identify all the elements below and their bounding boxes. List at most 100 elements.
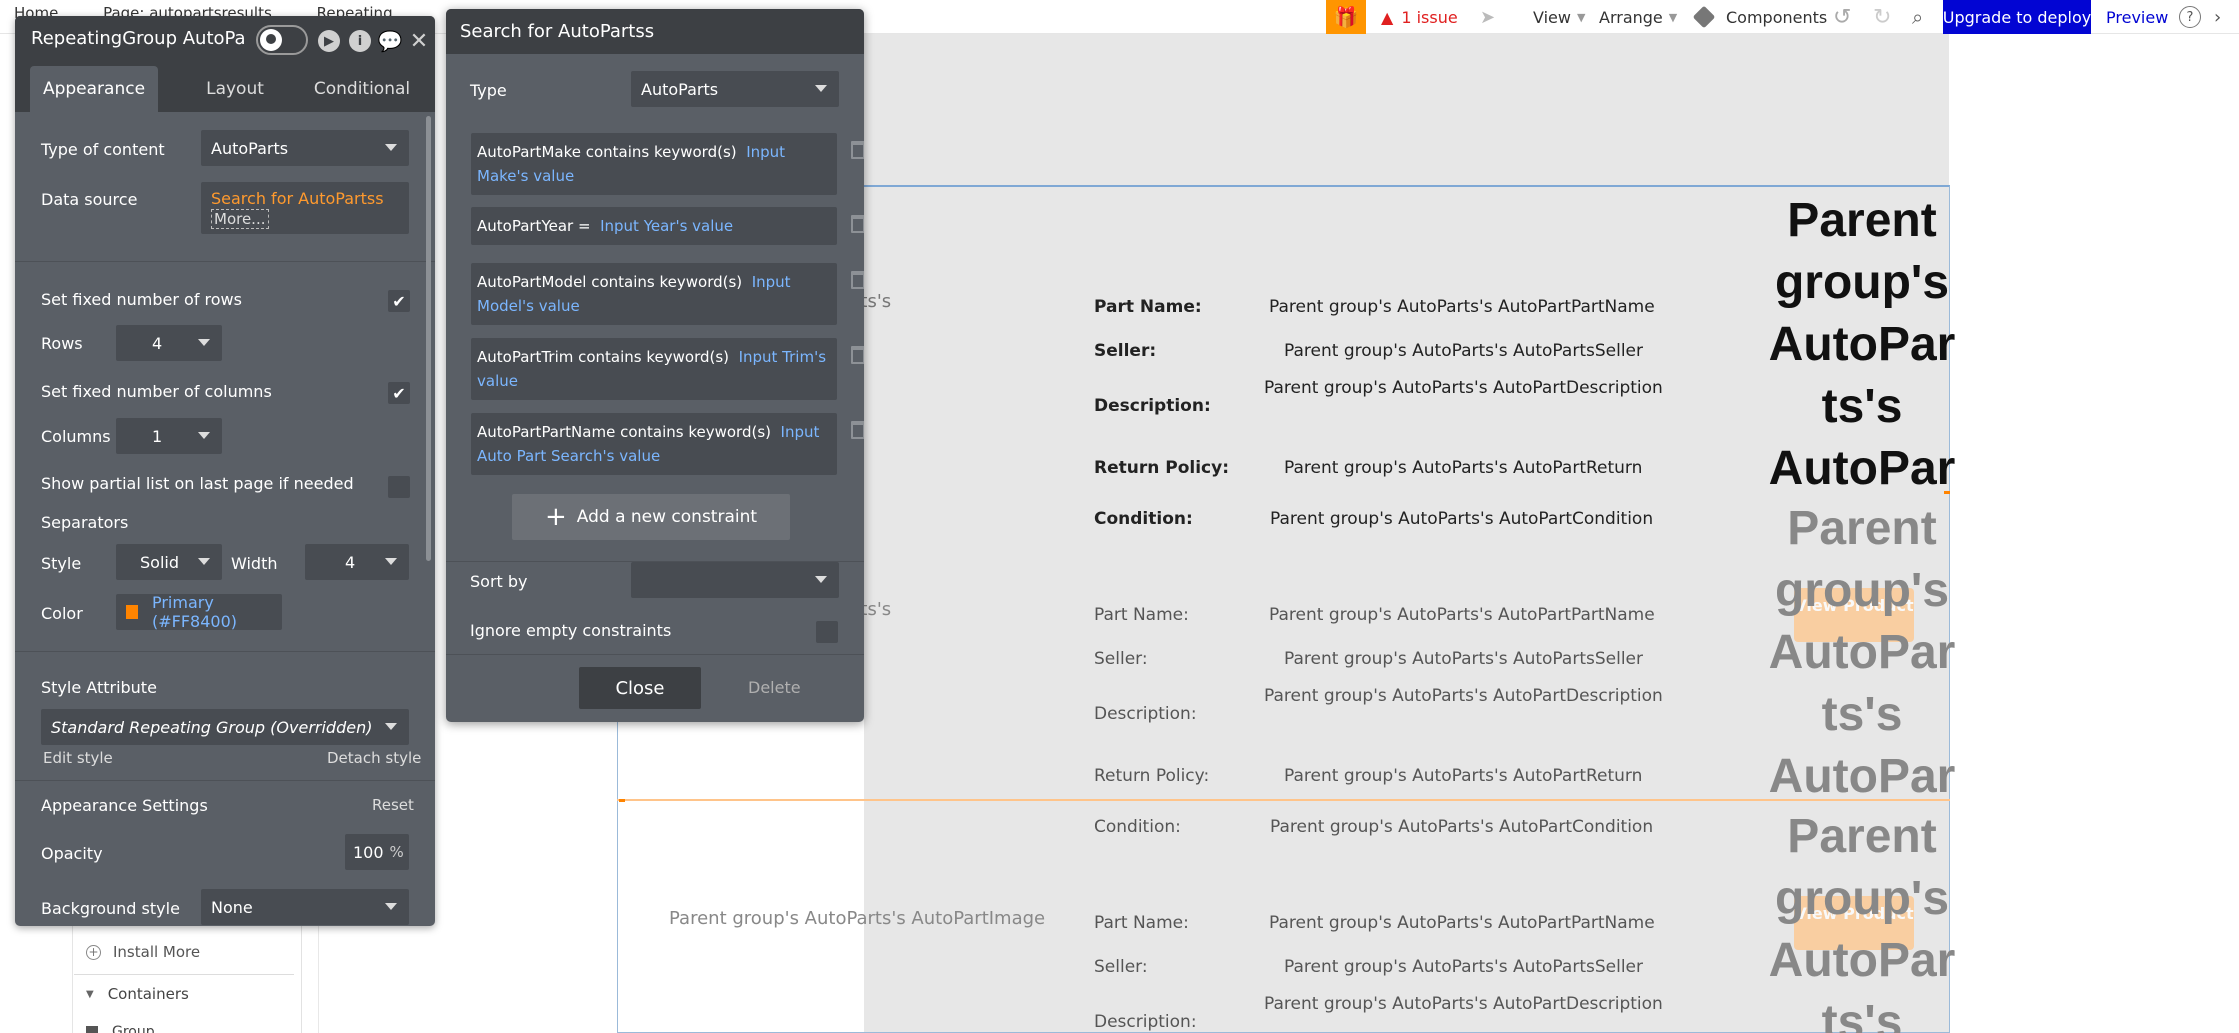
- fixed-rows-checkbox[interactable]: ✔: [388, 290, 410, 312]
- triangle-down-icon: ▼: [86, 988, 94, 1000]
- divider: [15, 780, 435, 781]
- appearance-settings-label: Appearance Settings: [41, 796, 208, 815]
- sort-by-select[interactable]: [631, 562, 839, 598]
- fixed-rows-label: Set fixed number of rows: [41, 290, 242, 309]
- chevron-down-icon: [815, 85, 827, 92]
- cursor-icon[interactable]: ➤: [1480, 0, 1495, 34]
- separator-color-value: Primary (#FF8400): [151, 593, 237, 631]
- constraint-field: AutoPartPartName contains keyword(s): [477, 423, 771, 441]
- add-constraint-button[interactable]: + Add a new constraint: [512, 494, 790, 540]
- search-type-select[interactable]: AutoParts: [631, 71, 839, 107]
- panel-header[interactable]: RepeatingGroup AutoPa ▶ i 💬 ✕: [15, 16, 435, 66]
- redo-icon[interactable]: ↻: [1873, 0, 1891, 34]
- tab-appearance[interactable]: Appearance: [30, 66, 158, 112]
- rows-select[interactable]: 4: [116, 325, 222, 361]
- preview-link[interactable]: Preview: [2106, 0, 2168, 34]
- search-constraint[interactable]: AutoPartMake contains keyword(s) Input M…: [471, 133, 864, 195]
- rows-value: 4: [152, 333, 163, 353]
- reset-link[interactable]: Reset: [372, 796, 414, 814]
- edit-style-link[interactable]: Edit style: [43, 749, 113, 767]
- separator-style-select[interactable]: Solid: [116, 544, 222, 580]
- background-style-label: Background style: [41, 899, 180, 918]
- undo-icon[interactable]: ↺: [1833, 0, 1851, 34]
- popup-header[interactable]: Search for AutoPartss: [446, 9, 864, 54]
- info-icon[interactable]: i: [349, 30, 371, 52]
- trash-icon[interactable]: [851, 421, 864, 439]
- return-policy-value: Parent group's AutoParts's AutoPartRetur…: [1284, 766, 1643, 786]
- close-button[interactable]: Close: [579, 667, 701, 709]
- close-icon[interactable]: ✕: [408, 29, 430, 54]
- search-constraint[interactable]: AutoPartYear = Input Year's value: [471, 207, 864, 245]
- tab-conditional[interactable]: Conditional: [300, 66, 424, 112]
- containers-category[interactable]: ▼ Containers: [86, 985, 189, 1003]
- data-source-value[interactable]: Search for AutoPartss: [211, 189, 384, 208]
- help-icon[interactable]: ?: [2179, 6, 2201, 28]
- components-button[interactable]: Components: [1692, 0, 1827, 34]
- separator-width-select[interactable]: 4: [305, 544, 409, 580]
- auto-part-heading: Parent group's AutoPar ts's AutoPar: [1762, 498, 1962, 808]
- opacity-input[interactable]: 100 %: [345, 834, 409, 870]
- upgrade-to-deploy-button[interactable]: Upgrade to deploy: [1943, 0, 2091, 34]
- constraint-field: AutoPartTrim contains keyword(s): [477, 348, 730, 366]
- type-of-content-label: Type of content: [41, 140, 165, 159]
- search-icon[interactable]: ⌕: [1912, 0, 1923, 34]
- group-element-item[interactable]: Group: [86, 1024, 155, 1033]
- row-separator: [617, 799, 1950, 801]
- cube-icon: [1692, 5, 1716, 29]
- panel-scrollbar[interactable]: [426, 116, 431, 561]
- type-of-content-select[interactable]: AutoParts: [201, 130, 409, 166]
- heading-line: Parent: [1787, 810, 1937, 863]
- constraint-field: AutoPartMake contains keyword(s): [477, 143, 737, 161]
- arrange-menu[interactable]: Arrange ▼: [1599, 0, 1677, 34]
- selection-handle[interactable]: [619, 799, 625, 802]
- separator-color-picker[interactable]: Primary (#FF8400): [116, 593, 282, 631]
- detach-style-link[interactable]: Detach style: [327, 749, 421, 767]
- view-menu[interactable]: View ▼: [1533, 0, 1585, 34]
- columns-value: 1: [152, 426, 163, 446]
- part-name-label: Part Name:: [1094, 605, 1189, 625]
- heading-line: Parent: [1787, 502, 1937, 555]
- issues-button[interactable]: ▲ 1 issue: [1381, 0, 1458, 34]
- heading-line: group's: [1774, 872, 1950, 925]
- trash-icon[interactable]: [851, 271, 864, 289]
- chevron-down-icon: [198, 432, 210, 439]
- ignore-empty-checkbox[interactable]: [816, 621, 838, 643]
- constraint-value[interactable]: Input Year's value: [600, 217, 733, 235]
- columns-label: Columns: [41, 427, 111, 446]
- install-more-link[interactable]: + Install More: [86, 943, 200, 961]
- data-source-label: Data source: [41, 190, 138, 209]
- comment-icon[interactable]: 💬: [378, 29, 403, 53]
- description-label: Description:: [1094, 704, 1197, 724]
- plus-circle-icon: +: [86, 944, 101, 960]
- partial-list-checkbox[interactable]: [388, 476, 410, 498]
- visibility-toggle[interactable]: [256, 25, 308, 55]
- trash-icon[interactable]: [851, 215, 864, 233]
- group-label: Group: [112, 1024, 155, 1033]
- chevron-down-icon: [815, 576, 827, 583]
- search-constraint[interactable]: AutoPartModel contains keyword(s) Input …: [471, 263, 864, 325]
- install-more-label: Install More: [113, 943, 201, 961]
- constraint-field: AutoPartModel contains keyword(s): [477, 273, 743, 291]
- trash-icon[interactable]: [851, 346, 864, 364]
- background-style-select[interactable]: None: [201, 889, 409, 925]
- chevron-down-icon: [385, 723, 397, 730]
- gift-icon[interactable]: 🎁: [1326, 0, 1366, 34]
- separators-label: Separators: [41, 513, 129, 532]
- data-source-more-link[interactable]: More...: [211, 209, 269, 229]
- fixed-columns-checkbox[interactable]: ✔: [388, 382, 410, 404]
- delete-link[interactable]: Delete: [748, 678, 801, 697]
- description-label: Description:: [1094, 396, 1211, 416]
- expand-sidebar-icon[interactable]: ›: [2214, 0, 2221, 34]
- separator-width-label: Width: [231, 554, 278, 573]
- part-name-label: Part Name:: [1094, 297, 1202, 317]
- style-attribute-select[interactable]: Standard Repeating Group (Overridden): [41, 709, 409, 745]
- tab-layout[interactable]: Layout: [181, 66, 289, 112]
- play-icon[interactable]: ▶: [318, 30, 340, 52]
- seller-label: Seller:: [1094, 957, 1148, 977]
- data-source-field[interactable]: Search for AutoPartss More...: [201, 182, 409, 234]
- issues-count: 1 issue: [1401, 7, 1458, 27]
- columns-select[interactable]: 1: [116, 418, 222, 454]
- trash-icon[interactable]: [851, 141, 864, 159]
- search-constraint[interactable]: AutoPartPartName contains keyword(s) Inp…: [471, 413, 864, 475]
- search-constraint[interactable]: AutoPartTrim contains keyword(s) Input T…: [471, 338, 864, 400]
